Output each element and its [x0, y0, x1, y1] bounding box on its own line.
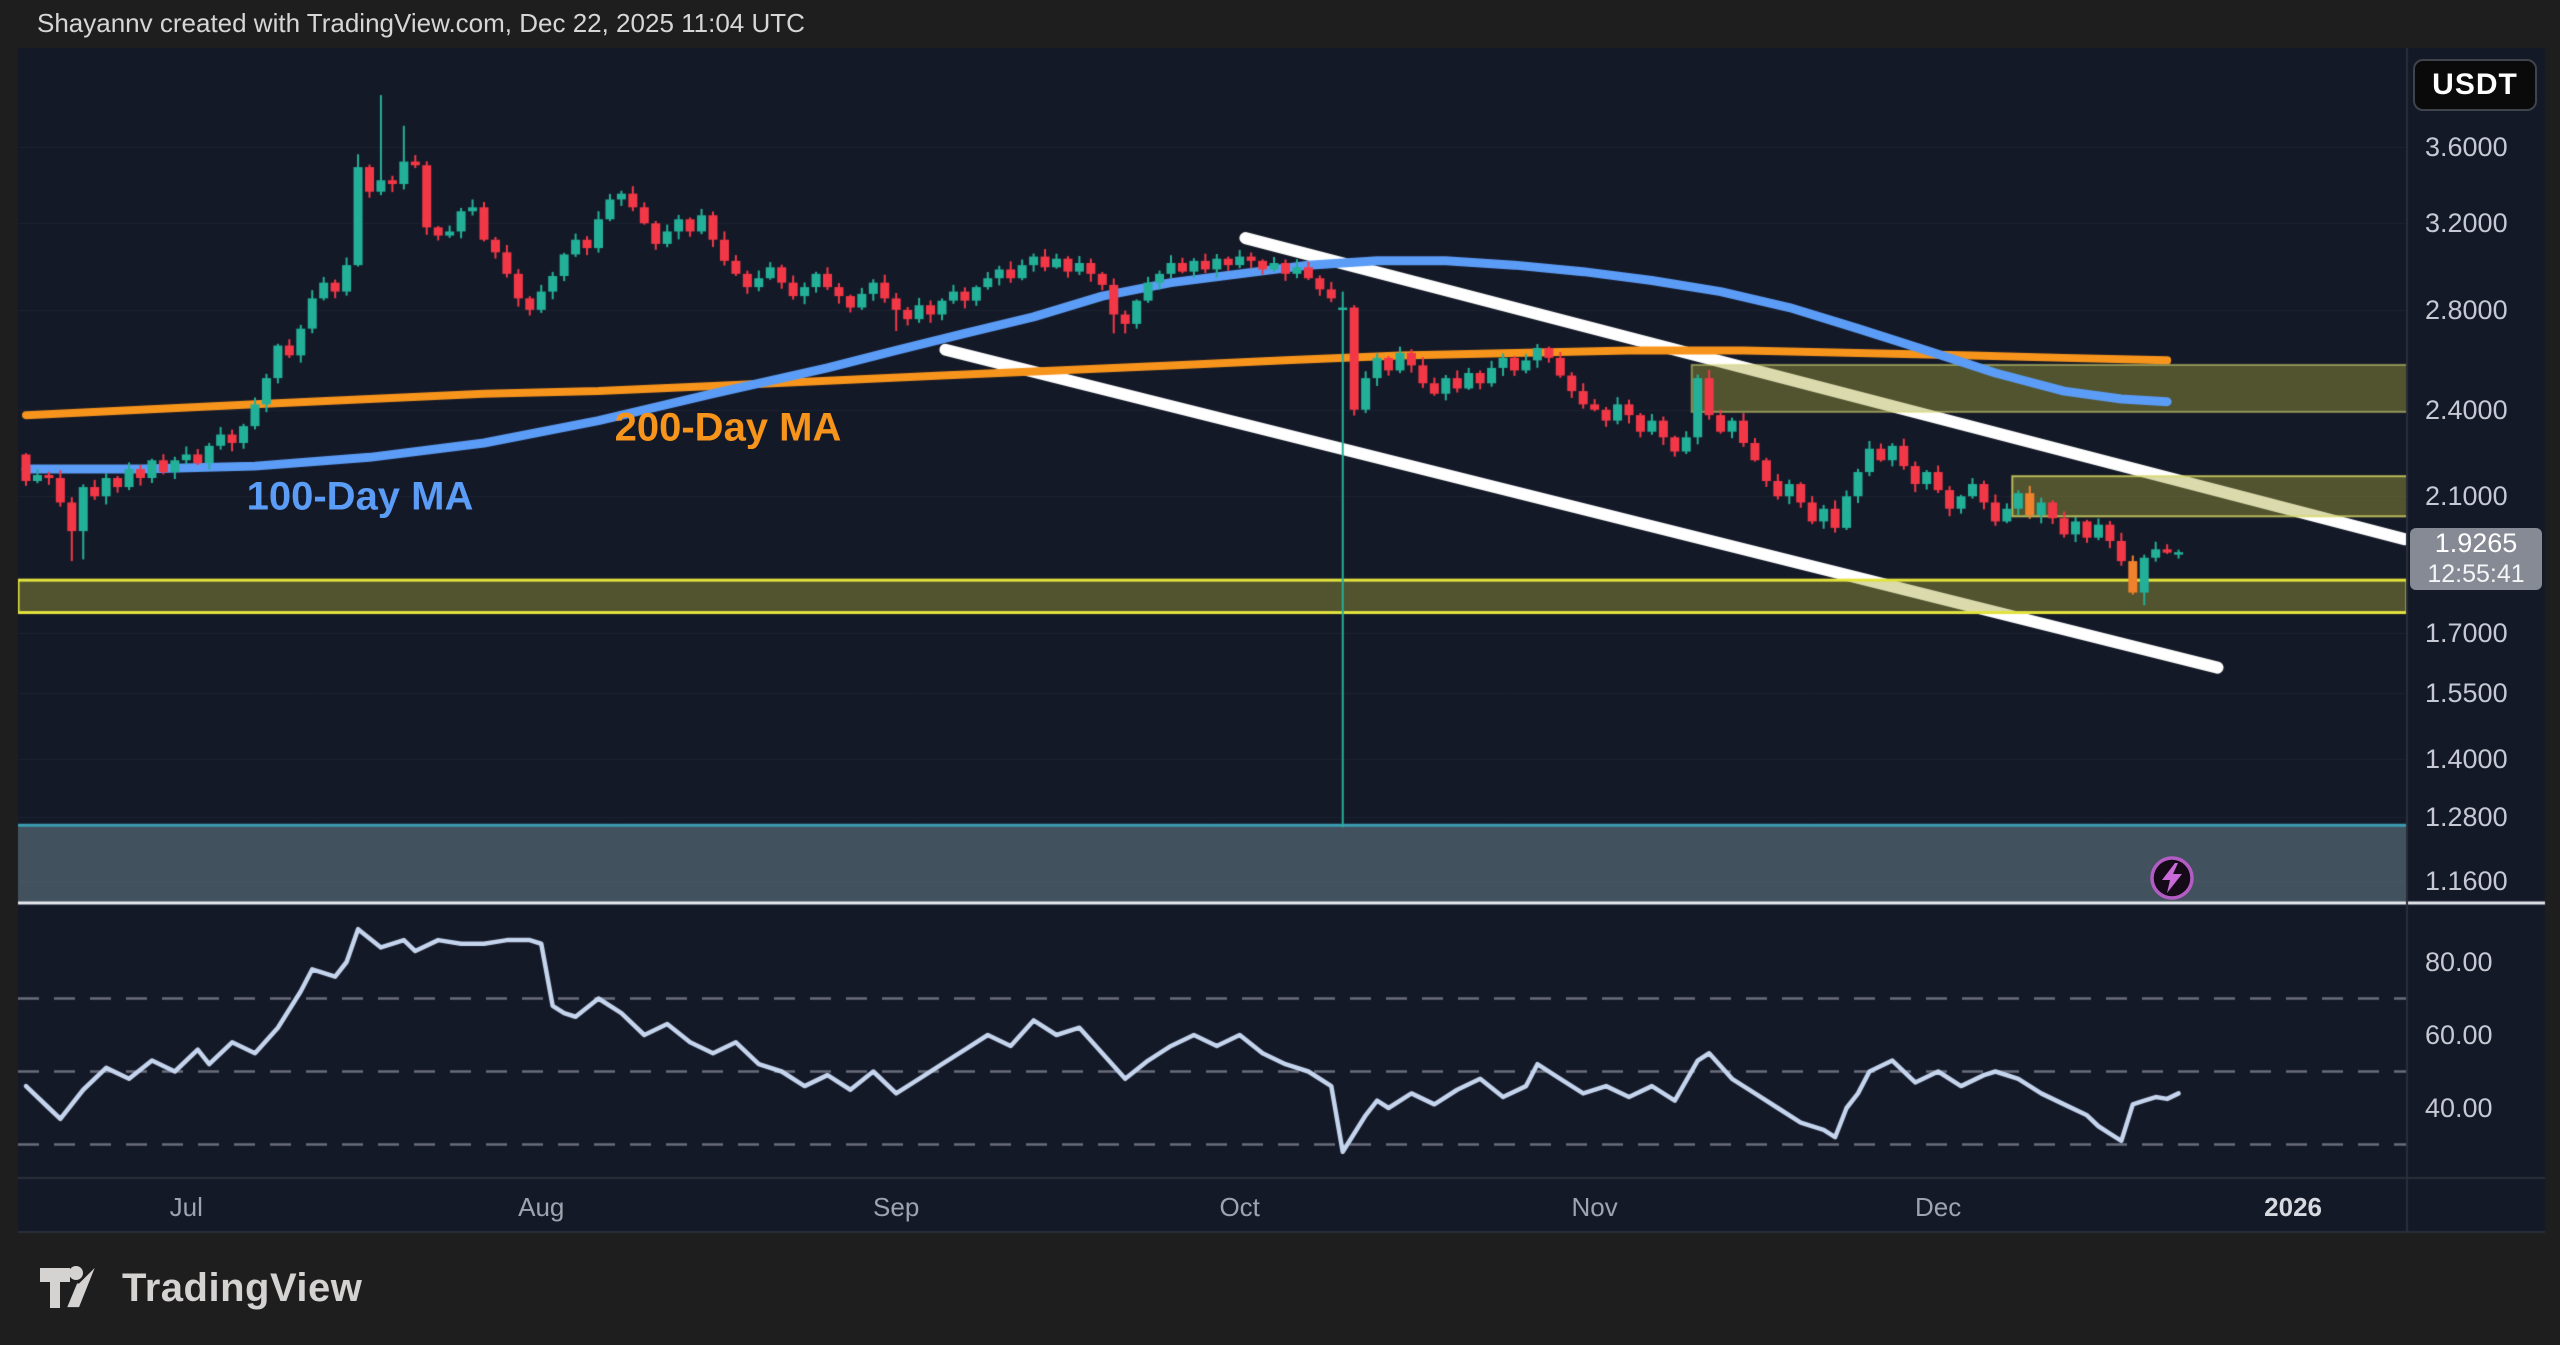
tradingview-logo[interactable]: TradingView [40, 1262, 362, 1314]
flash-marker-icon[interactable] [2148, 854, 2196, 902]
price-tick-3.6000: 3.6000 [2425, 132, 2508, 162]
price-tick-2.1000: 2.1000 [2425, 481, 2508, 511]
time-tick-Nov: Nov [1572, 1192, 1618, 1223]
rsi-tick-60.00: 60.00 [2425, 1020, 2493, 1050]
time-tick-Jul: Jul [170, 1192, 203, 1223]
price-tick-2.4000: 2.4000 [2425, 395, 2508, 425]
price-tick-1.7000: 1.7000 [2425, 618, 2508, 648]
rsi-tick-80.00: 80.00 [2425, 947, 2493, 977]
time-tick-Sep: Sep [873, 1192, 919, 1223]
price-tick-1.1600: 1.1600 [2425, 866, 2508, 896]
quote-currency-badge[interactable]: USDT [2413, 59, 2537, 111]
tradingview-logo-icon [40, 1262, 104, 1314]
price-tick-3.2000: 3.2000 [2425, 208, 2508, 238]
time-tick-Aug: Aug [518, 1192, 564, 1223]
time-tick-Dec: Dec [1915, 1192, 1961, 1223]
price-chart-canvas[interactable] [0, 0, 2560, 1345]
price-tick-1.2800: 1.2800 [2425, 802, 2508, 832]
chart-window: Shayannv created with TradingView.com, D… [0, 0, 2560, 1345]
tradingview-logo-text: TradingView [122, 1266, 362, 1311]
price-tick-1.4000: 1.4000 [2425, 744, 2508, 774]
rsi-tick-40.00: 40.00 [2425, 1093, 2493, 1123]
time-tick-Oct: Oct [1219, 1192, 1259, 1223]
price-tick-1.5500: 1.5500 [2425, 678, 2508, 708]
time-tick-2026: 2026 [2264, 1192, 2322, 1223]
price-tick-2.8000: 2.8000 [2425, 295, 2508, 325]
